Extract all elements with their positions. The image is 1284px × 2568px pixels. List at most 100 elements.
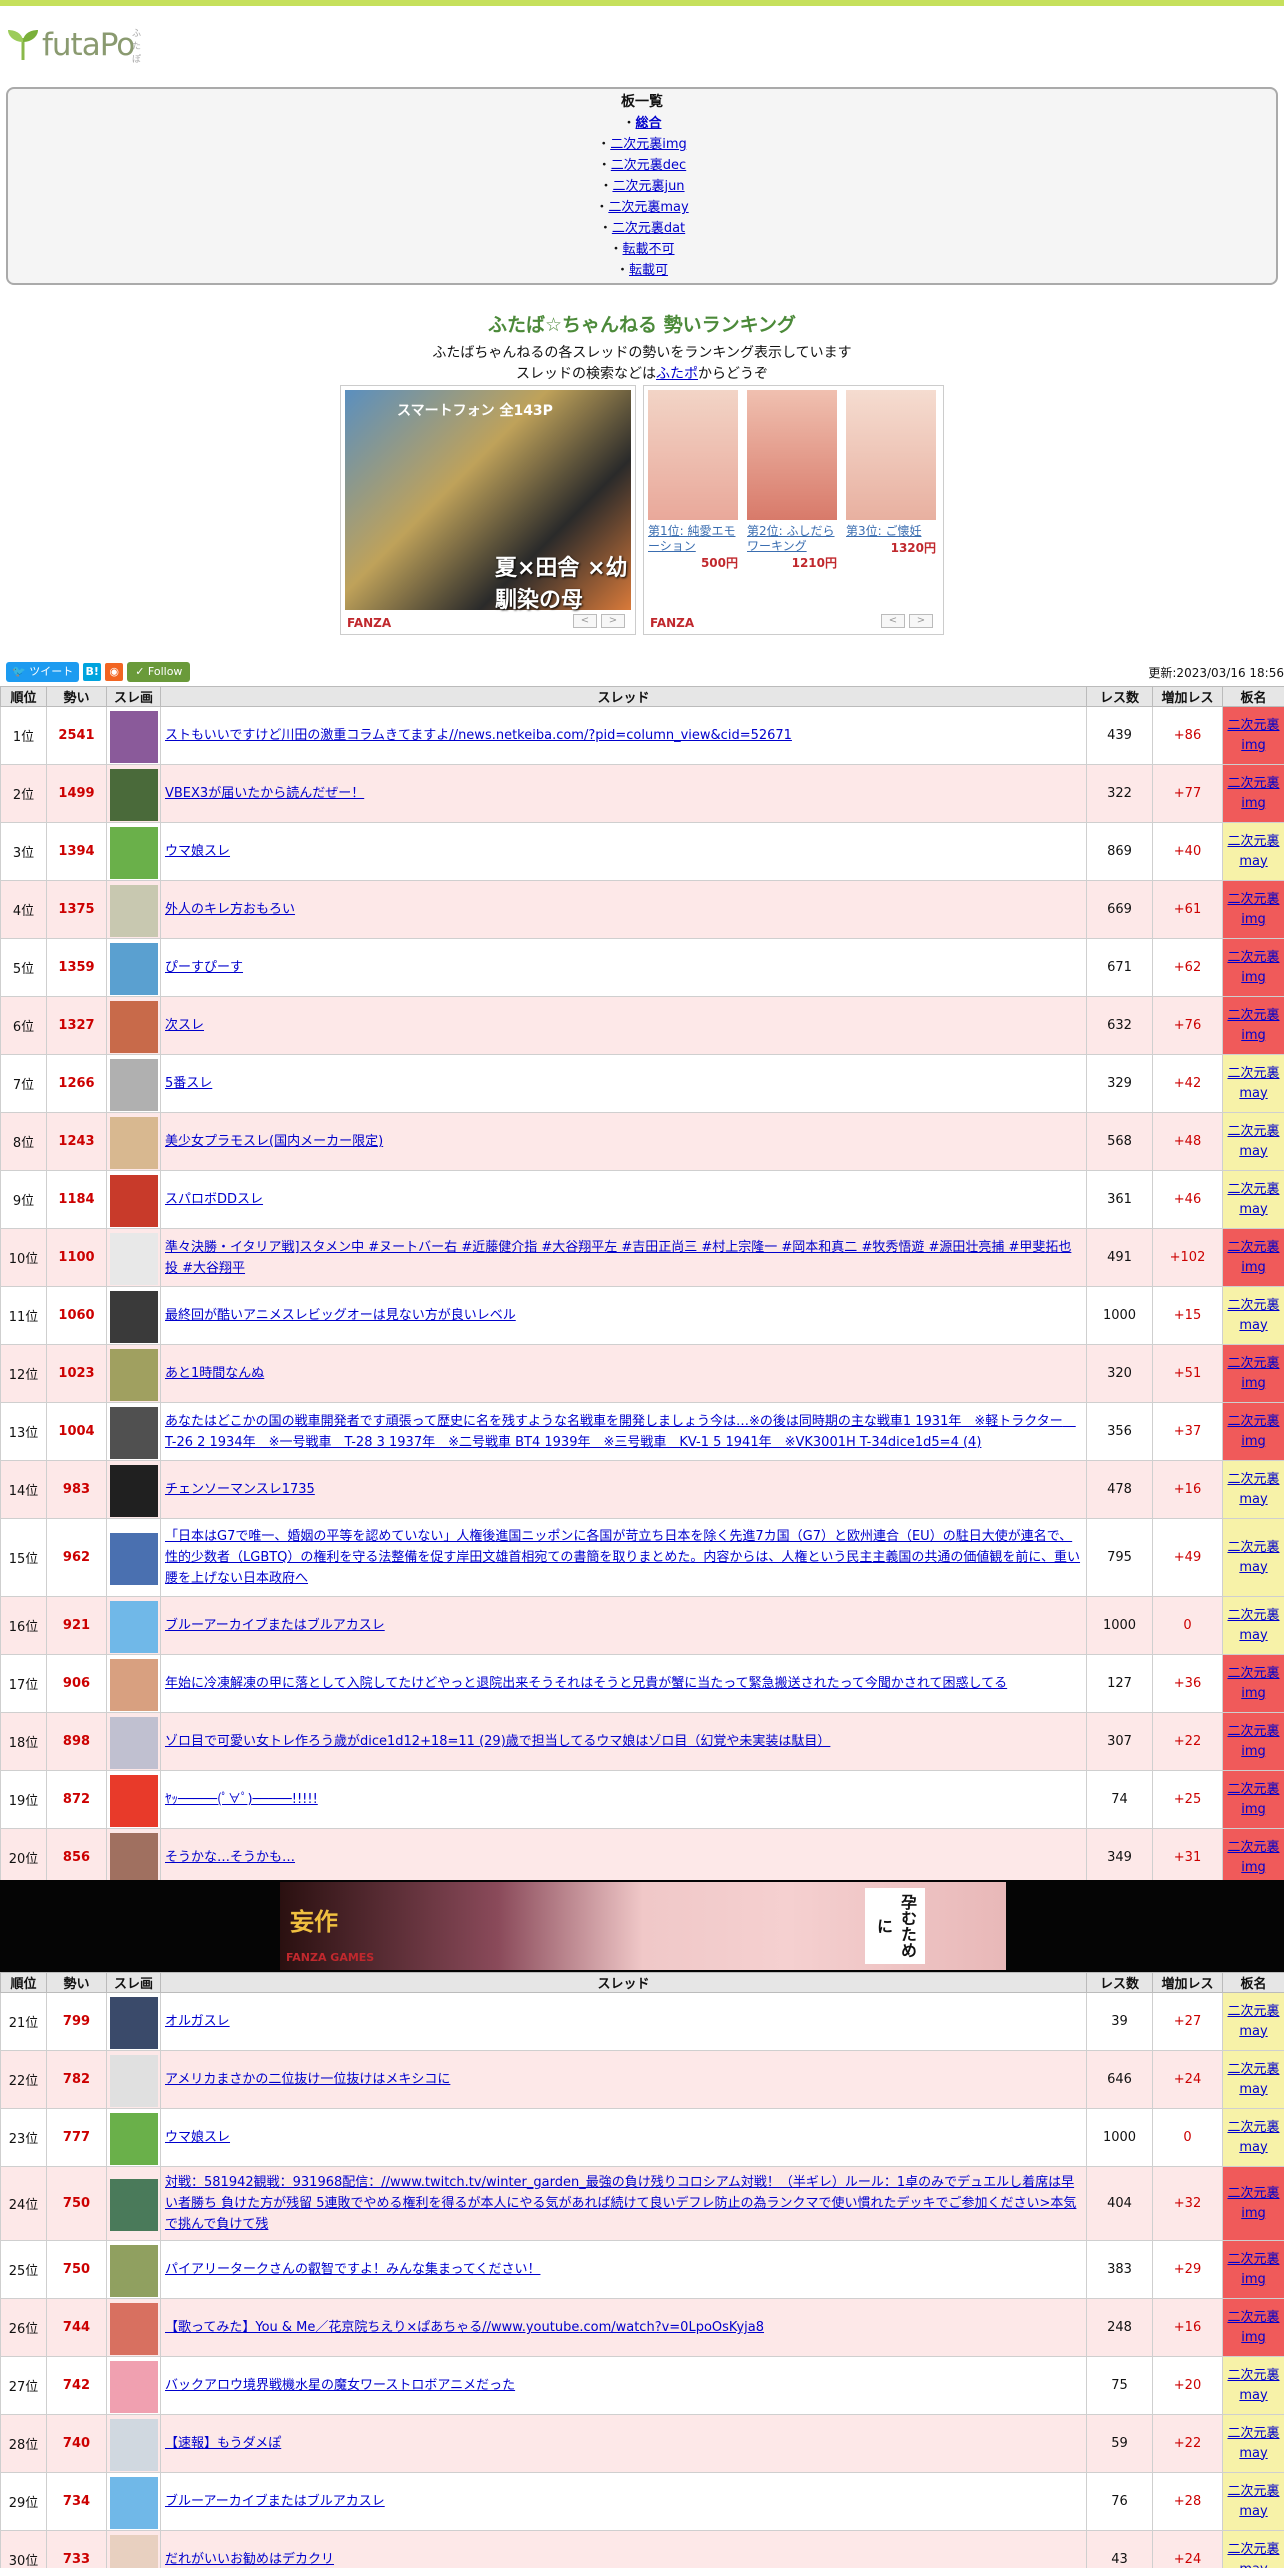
thread-thumbnail[interactable]: [109, 826, 158, 879]
board-name-link[interactable]: 二次元裏: [1227, 2252, 1279, 2267]
board-type-link[interactable]: may: [1239, 1560, 1267, 1575]
thread-link[interactable]: 次スレ: [165, 1018, 204, 1033]
thread-link[interactable]: 「日本はG7で唯一、婚姻の平等を認めていない」人権後進国ニッポンに各国が苛立ち日…: [165, 1529, 1080, 1586]
board-link[interactable]: 転載可: [629, 263, 668, 278]
thread-thumbnail[interactable]: [109, 2534, 158, 2568]
board-name-link[interactable]: 二次元裏: [1227, 1240, 1279, 1255]
thread-link[interactable]: VBEX3が届いたから読んだぜー！: [165, 786, 364, 801]
thread-thumbnail[interactable]: [109, 1832, 158, 1885]
thread-link[interactable]: だれがいいお勧めはデカクリ: [165, 2552, 334, 2567]
board-name-link[interactable]: 二次元裏: [1227, 2484, 1279, 2499]
board-link[interactable]: 二次元裏dat: [612, 221, 685, 236]
board-name-link[interactable]: 二次元裏: [1227, 1182, 1279, 1197]
follow-button[interactable]: ✓ Follow: [127, 662, 191, 682]
board-name-link[interactable]: 二次元裏: [1227, 718, 1279, 733]
thread-link[interactable]: あと1時間なんぬ: [165, 1366, 264, 1381]
board-type-link[interactable]: img: [1241, 1260, 1266, 1275]
board-name-link[interactable]: 二次元裏: [1227, 2310, 1279, 2325]
board-type-link[interactable]: may: [1239, 2562, 1267, 2568]
thread-thumbnail[interactable]: [109, 2112, 158, 2165]
board-name-link[interactable]: 二次元裏: [1227, 1066, 1279, 1081]
thread-thumbnail[interactable]: [109, 1290, 158, 1343]
thread-thumbnail[interactable]: [109, 1996, 158, 2049]
ad-product-image[interactable]: [846, 390, 936, 520]
ad-product-3[interactable]: 第3位: ご懐妊 1320円: [846, 390, 936, 556]
board-name-link[interactable]: 二次元裏: [1227, 1356, 1279, 1371]
thread-thumbnail[interactable]: [109, 2418, 158, 2471]
thread-thumbnail[interactable]: [109, 1406, 158, 1459]
board-type-link[interactable]: may: [1239, 2140, 1267, 2155]
board-type-link[interactable]: may: [1239, 1492, 1267, 1507]
board-type-link[interactable]: img: [1241, 1686, 1266, 1701]
thread-link[interactable]: 年始に冷凍解凍の甲に落として入院してたけどやっと退院出来そうそれはそうと兄貴が蟹…: [165, 1676, 1007, 1691]
thread-link[interactable]: スパロボDDスレ: [165, 1192, 263, 1207]
ad-next-button[interactable]: >: [601, 614, 625, 628]
thread-thumbnail[interactable]: [109, 1658, 158, 1711]
board-type-link[interactable]: img: [1241, 1376, 1266, 1391]
ad-banner-middle[interactable]: 妄作 孕むために FANZA GAMES: [0, 1880, 1284, 1972]
board-name-link[interactable]: 二次元裏: [1227, 2186, 1279, 2201]
thread-thumbnail[interactable]: [109, 1058, 158, 1111]
thread-link[interactable]: チェンソーマンスレ1735: [165, 1482, 315, 1497]
board-type-link[interactable]: may: [1239, 854, 1267, 869]
ad-product-image[interactable]: [648, 390, 738, 520]
board-name-link[interactable]: 二次元裏: [1227, 1008, 1279, 1023]
thread-link[interactable]: 外人のキレ方おもろい: [165, 902, 295, 917]
thread-thumbnail[interactable]: [109, 884, 158, 937]
board-name-link[interactable]: 二次元裏: [1227, 2004, 1279, 2019]
board-type-link[interactable]: img: [1241, 1434, 1266, 1449]
thread-thumbnail[interactable]: [109, 1000, 158, 1053]
thread-thumbnail[interactable]: [109, 1232, 158, 1285]
board-name-link[interactable]: 二次元裏: [1227, 1540, 1279, 1555]
ad-product-1[interactable]: 第1位: 純愛エモーション 500円: [648, 390, 738, 571]
thread-link[interactable]: ウマ娘スレ: [165, 844, 230, 859]
thread-link[interactable]: オルガスレ: [165, 2014, 230, 2029]
ad-banner-middle-image[interactable]: 妄作 孕むために FANZA GAMES: [280, 1882, 1006, 1970]
ad-prev-button[interactable]: <: [881, 614, 905, 628]
board-name-link[interactable]: 二次元裏: [1227, 2120, 1279, 2135]
ad-product-name[interactable]: 第2位: ふしだらワーキング: [747, 524, 837, 554]
tweet-button[interactable]: 🐦 ツイート: [6, 662, 80, 682]
board-name-link[interactable]: 二次元裏: [1227, 2368, 1279, 2383]
board-link[interactable]: 二次元裏dec: [611, 158, 686, 173]
thread-link[interactable]: あなたはどこかの国の戦車開発者です頑張って歴史に名を残すような名戦車を開発しまし…: [165, 1414, 1076, 1450]
board-type-link[interactable]: may: [1239, 2504, 1267, 2519]
thread-link[interactable]: 準々決勝・イタリア戦]スタメン中 #ヌートバー右 #近藤健介指 #大谷翔平左 #…: [165, 1240, 1071, 1276]
board-link[interactable]: 総合: [636, 116, 662, 131]
board-name-link[interactable]: 二次元裏: [1227, 1472, 1279, 1487]
board-link[interactable]: 二次元裏img: [610, 137, 687, 152]
thread-link[interactable]: ストもいいですけど川田の激重コラムきてますよ//news.netkeiba.co…: [165, 728, 792, 743]
thread-link[interactable]: ウマ娘スレ: [165, 2130, 230, 2145]
thread-link[interactable]: ブルーアーカイブまたはブルアカスレ: [165, 2494, 385, 2509]
board-name-link[interactable]: 二次元裏: [1227, 1608, 1279, 1623]
board-type-link[interactable]: img: [1241, 1860, 1266, 1875]
board-type-link[interactable]: img: [1241, 2272, 1266, 2287]
thread-thumbnail[interactable]: [109, 2178, 158, 2231]
thread-link[interactable]: アメリカまさかの二位抜け一位抜けはメキシコに: [165, 2072, 450, 2087]
thread-link[interactable]: ブルーアーカイブまたはブルアカスレ: [165, 1618, 385, 1633]
board-name-link[interactable]: 二次元裏: [1227, 1666, 1279, 1681]
ad-product-image[interactable]: [747, 390, 837, 520]
ad-product-name[interactable]: 第3位: ご懐妊: [846, 524, 936, 539]
board-type-link[interactable]: may: [1239, 2082, 1267, 2097]
thread-thumbnail[interactable]: [109, 1532, 158, 1585]
ad-prev-button[interactable]: <: [573, 614, 597, 628]
board-name-link[interactable]: 二次元裏: [1227, 1298, 1279, 1313]
ad-product-2[interactable]: 第2位: ふしだらワーキング 1210円: [747, 390, 837, 571]
thread-thumbnail[interactable]: [109, 768, 158, 821]
board-type-link[interactable]: img: [1241, 970, 1266, 985]
board-name-link[interactable]: 二次元裏: [1227, 834, 1279, 849]
board-type-link[interactable]: img: [1241, 2330, 1266, 2345]
board-type-link[interactable]: may: [1239, 2388, 1267, 2403]
board-type-link[interactable]: may: [1239, 1144, 1267, 1159]
thread-thumbnail[interactable]: [109, 2244, 158, 2297]
board-name-link[interactable]: 二次元裏: [1227, 1124, 1279, 1139]
thread-link[interactable]: そうかな…そうかも…: [165, 1850, 295, 1865]
board-link[interactable]: 二次元裏may: [608, 200, 688, 215]
thread-thumbnail[interactable]: [109, 1464, 158, 1517]
board-link[interactable]: 転載不可: [623, 242, 675, 257]
board-name-link[interactable]: 二次元裏: [1227, 892, 1279, 907]
board-name-link[interactable]: 二次元裏: [1227, 2062, 1279, 2077]
board-type-link[interactable]: may: [1239, 1318, 1267, 1333]
thread-link[interactable]: 【速報】もうダメぽ: [165, 2436, 281, 2451]
